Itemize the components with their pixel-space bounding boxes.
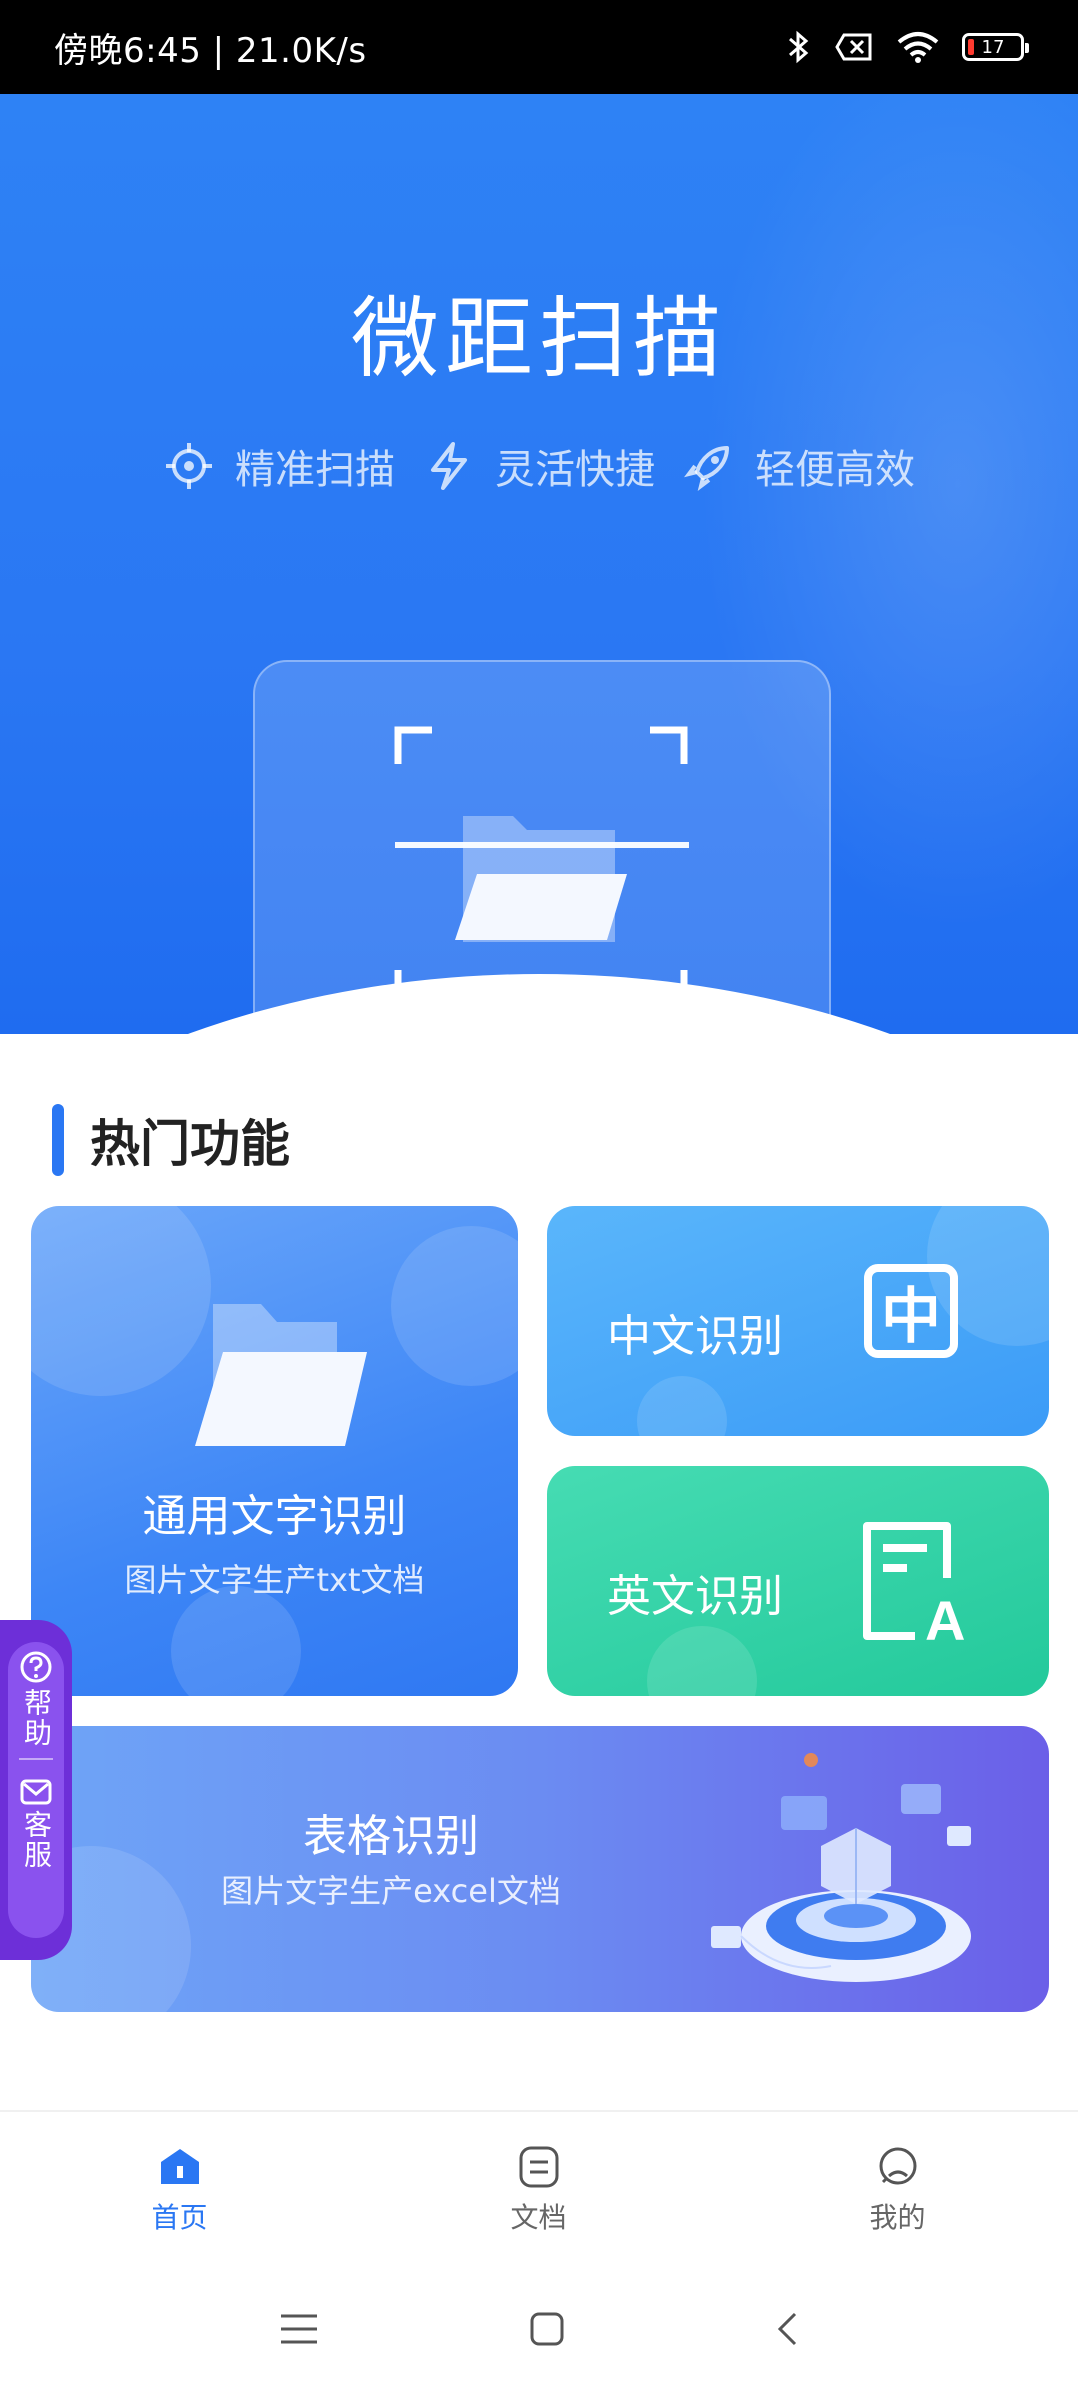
menu-icon[interactable] — [279, 2312, 319, 2346]
table-ocr-title: 表格识别 — [303, 1811, 479, 1862]
feature-efficient: 轻便高效 — [683, 437, 915, 495]
table-ocr-subtitle: 图片文字生产excel文档 — [221, 1872, 561, 1910]
home-icon — [160, 2149, 199, 2184]
help-label: 帮助 — [20, 1688, 53, 1748]
side-help-panel: 帮助 客服 — [0, 1620, 72, 1960]
chinese-ocr-label: 中文识别 — [607, 1311, 783, 1362]
general-ocr-card[interactable] — [31, 1206, 518, 1696]
tab-profile[interactable]: 我的 — [718, 2112, 1077, 2262]
feature-label: 轻便高效 — [755, 447, 915, 493]
section-accent-bar — [52, 1104, 64, 1176]
section-header: 热门功能 — [52, 1104, 290, 1176]
status-time: 傍晚6:45 | 21.0K/s — [54, 30, 367, 71]
rocket-icon — [684, 446, 729, 491]
feature-precise: 精准扫描 — [163, 437, 395, 495]
tab-home-label: 首页 — [151, 2201, 208, 2234]
section-title: 热门功能 — [90, 1115, 290, 1173]
sim-off-icon — [835, 33, 872, 61]
battery-icon: 17 — [962, 33, 1029, 61]
document-icon — [519, 2146, 558, 2188]
feature-label: 精准扫描 — [235, 447, 395, 493]
feature-label: 灵活快捷 — [495, 447, 655, 493]
english-ocr-label: 英文识别 — [607, 1571, 783, 1622]
status-bar: 傍晚6:45 | 21.0K/s 17 — [0, 0, 1078, 94]
mail-icon — [20, 1779, 52, 1805]
bottom-nav: 首页 文档 我的 — [0, 2110, 1078, 2262]
hero-banner: 微距扫描 精准扫描 灵活快捷 轻便高效 — [0, 94, 1078, 1034]
tab-documents[interactable]: 文档 — [359, 2112, 718, 2262]
document-a-icon: A — [863, 1522, 965, 1646]
help-button[interactable]: 帮助 — [19, 1650, 53, 1748]
service-label: 客服 — [20, 1810, 53, 1870]
wifi-icon — [897, 32, 939, 63]
folder-icon — [195, 1304, 367, 1446]
back-icon[interactable] — [775, 2311, 799, 2347]
status-icons: 17 — [786, 29, 1029, 65]
lightning-icon — [431, 442, 467, 490]
service-button[interactable]: 客服 — [19, 1778, 53, 1870]
app-title: 微距扫描 — [350, 287, 727, 390]
hero-features: 精准扫描 灵活快捷 轻便高效 — [0, 437, 1078, 495]
profile-icon — [879, 2147, 916, 2185]
general-ocr-title: 通用文字识别 — [142, 1491, 407, 1542]
svg-text:A: A — [925, 1589, 965, 1646]
crosshair-icon — [166, 443, 212, 489]
tab-profile-label: 我的 — [869, 2201, 926, 2234]
battery-level: 17 — [981, 36, 1005, 58]
tab-documents-label: 文档 — [510, 2201, 567, 2234]
question-icon — [20, 1651, 52, 1683]
chinese-char-icon: 中 — [864, 1264, 958, 1358]
feature-flexible: 灵活快捷 — [423, 437, 655, 495]
bluetooth-icon — [789, 30, 809, 64]
tab-home[interactable]: 首页 — [0, 2112, 359, 2262]
general-ocr-subtitle: 图片文字生产txt文档 — [124, 1561, 425, 1599]
system-nav-bar — [0, 2260, 1078, 2398]
chinese-glyph: 中 — [881, 1281, 941, 1352]
home-square-icon[interactable] — [529, 2311, 565, 2347]
